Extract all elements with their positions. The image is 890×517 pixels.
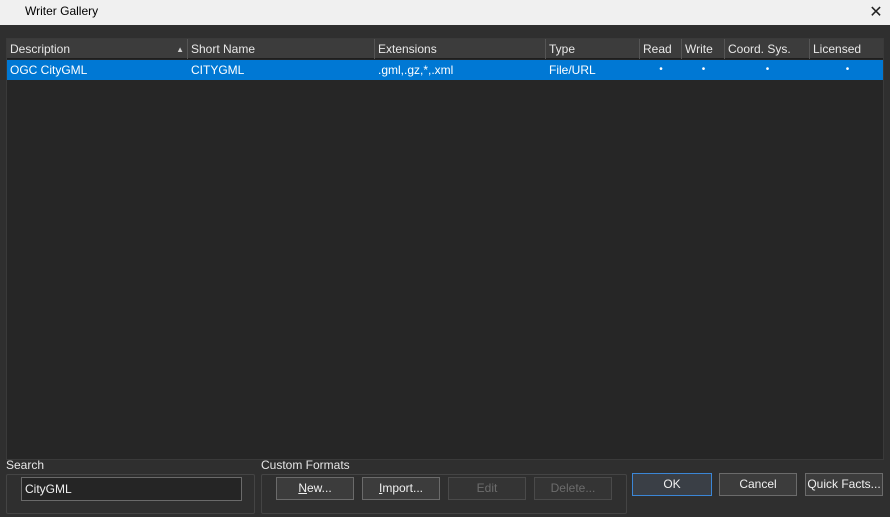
edit-button[interactable]: Edit [448,477,526,500]
column-header-licensed[interactable]: Licensed [810,39,885,59]
cell-type: File/URL [549,63,596,77]
column-header-label: Description [10,42,71,56]
import-button-label: mport... [382,481,424,495]
cell-description: OGC CityGML [10,63,88,77]
column-header-read[interactable]: Read [640,39,682,59]
formats-table[interactable]: Description ▲ Short Name Extensions Type… [6,38,884,460]
dialog-body: Description ▲ Short Name Extensions Type… [0,25,890,517]
new-button[interactable]: New... [276,477,354,500]
custom-formats-label: Custom Formats [261,458,350,472]
column-header-short-name[interactable]: Short Name [188,39,375,59]
table-header: Description ▲ Short Name Extensions Type… [7,39,883,59]
import-button[interactable]: Import... [362,477,440,500]
cell-licensed: • [845,64,850,75]
search-input[interactable] [21,477,242,501]
column-header-description[interactable]: Description ▲ [7,39,188,59]
cancel-button[interactable]: Cancel [719,473,797,496]
column-header-write[interactable]: Write [682,39,725,59]
ok-button[interactable]: OK [632,473,712,496]
sort-ascending-icon: ▲ [176,45,184,54]
delete-button[interactable]: Delete... [534,477,612,500]
new-button-mnemonic: N [298,481,307,495]
cell-extensions: .gml,.gz,*,.xml [378,63,454,77]
quick-facts-button[interactable]: Quick Facts... [805,473,883,496]
column-header-type[interactable]: Type [546,39,640,59]
column-header-extensions[interactable]: Extensions [375,39,546,59]
table-row[interactable]: OGC CityGML CITYGML .gml,.gz,*,.xml File… [7,60,883,80]
column-header-coord-sys[interactable]: Coord. Sys. [725,39,810,59]
window-title: Writer Gallery [25,4,99,18]
search-label: Search [6,458,45,472]
cell-coord-sys: • [765,64,770,75]
cell-write: • [701,64,706,75]
close-icon[interactable]: ✕ [866,2,886,22]
cell-read: • [659,64,663,75]
title-bar: Writer Gallery ✕ [0,0,890,25]
new-button-label: ew... [306,481,332,495]
cell-short-name: CITYGML [191,63,245,77]
